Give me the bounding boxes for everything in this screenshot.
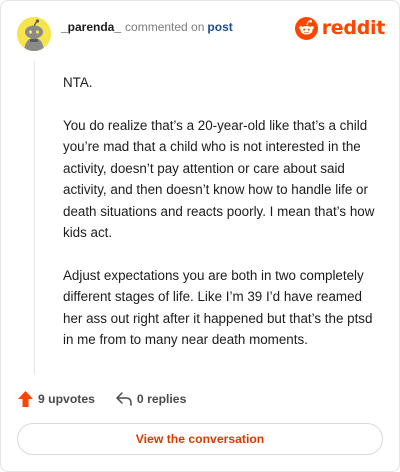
reddit-wordmark: reddit [321,17,386,39]
upvote-count: 9 upvotes [38,392,95,406]
user-avatar[interactable] [17,17,51,51]
username-link[interactable]: _parenda_ [61,20,121,34]
post-link[interactable]: post [207,20,232,34]
reply-arrow-icon [116,392,132,406]
comment-actions: 9 upvotes 0 replies [17,389,186,409]
thread-line [34,61,35,375]
comment-header: _parenda_ commented on post reddit [17,16,385,52]
comment-body: NTA. You do realize that’s a 20-year-old… [63,72,381,372]
upvote-button[interactable]: 9 upvotes [17,390,95,408]
reddit-snoo-logo-icon [294,16,318,40]
view-conversation-button[interactable]: View the conversation [17,423,383,455]
upvote-arrow-icon [18,391,33,407]
comment-byline: _parenda_ commented on post [61,19,233,35]
comment-paragraph: NTA. [63,75,93,90]
snoo-avatar-icon [17,17,51,51]
reddit-logo[interactable]: reddit [294,16,386,40]
reply-button[interactable]: 0 replies [115,391,186,407]
comment-embed-card: _parenda_ commented on post reddit NTA. … [0,0,400,472]
comment-paragraph: Adjust expectations you are both in two … [63,267,373,348]
reply-count: 0 replies [136,392,187,406]
commented-on-text: commented on [125,20,205,34]
comment-paragraph: You do realize that’s a 20-year-old like… [63,117,375,241]
